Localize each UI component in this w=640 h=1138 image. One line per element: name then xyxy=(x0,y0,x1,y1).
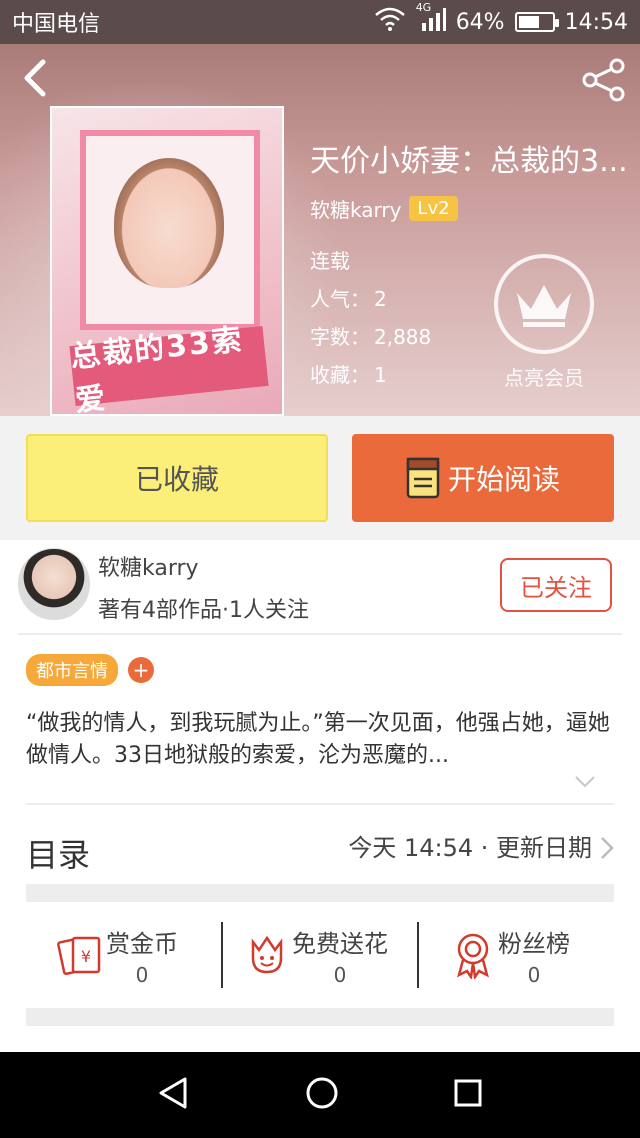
author-avatar[interactable] xyxy=(18,548,90,620)
favorites-label: 收藏： xyxy=(310,363,370,387)
svg-text:¥: ¥ xyxy=(81,947,91,966)
fan-ranking-value: 0 xyxy=(527,962,541,987)
action-bar: 已收藏 开始阅读 xyxy=(0,416,640,540)
chevron-right-icon xyxy=(600,836,614,864)
section-separator xyxy=(26,884,614,902)
signal-icon: 4G xyxy=(416,1,446,37)
level-badge: Lv2 xyxy=(409,196,458,221)
wifi-icon xyxy=(374,7,406,37)
battery-fill xyxy=(518,16,540,28)
divider xyxy=(26,803,614,805)
free-flower-value: 0 xyxy=(333,962,347,987)
divider xyxy=(221,922,223,988)
vip-button[interactable]: 点亮会员 xyxy=(494,254,594,391)
author-summary: 著有4部作品·1人关注 xyxy=(98,598,309,623)
follow-button[interactable]: 已关注 xyxy=(500,558,612,612)
battery-icon xyxy=(514,12,559,32)
author-name[interactable]: 软糖karry xyxy=(310,194,401,223)
back-arrow-icon xyxy=(24,59,46,97)
table-of-contents-row[interactable]: 目录 今天 14:54 · 更新日期 xyxy=(0,806,640,882)
tag-row: 都市言情 + xyxy=(26,654,154,686)
divider xyxy=(417,922,419,988)
red-envelope-icon: ¥ xyxy=(56,932,106,978)
favorites-value: 1 xyxy=(374,363,387,387)
word-count-label: 字数： xyxy=(310,325,370,349)
reward-coins-label: 赏金币 xyxy=(106,929,178,958)
vip-label: 点亮会员 xyxy=(504,366,584,390)
clock: 14:54 xyxy=(564,9,628,35)
book-header: 总裁的33索爱 天价小娇妻：总裁的3... 软糖karry Lv2 连载 人气：… xyxy=(0,44,640,416)
popularity-label: 人气： xyxy=(310,287,370,311)
cover-illustration xyxy=(114,158,224,288)
status-bar: 中国电信 4G 64% 14:54 xyxy=(0,0,640,44)
flower-icon xyxy=(242,932,292,978)
book-title: 天价小娇妻：总裁的3... xyxy=(310,144,628,179)
fan-ranking-item[interactable]: 粉丝榜 0 xyxy=(448,920,570,990)
author-card-name[interactable]: 软糖karry xyxy=(98,550,199,582)
divider xyxy=(18,633,622,635)
network-type-label: 4G xyxy=(415,1,432,14)
nav-back-icon[interactable] xyxy=(157,1076,191,1114)
medal-icon xyxy=(448,931,498,979)
cover-title-art: 总裁的33索爱 xyxy=(69,322,269,414)
fan-ranking-label: 粉丝榜 xyxy=(498,929,570,958)
back-button[interactable] xyxy=(14,58,54,98)
reward-coins-value: 0 xyxy=(135,962,149,987)
free-flower-item[interactable]: 免费送花 0 xyxy=(242,920,388,990)
carrier-label: 中国电信 xyxy=(12,12,101,37)
nav-home-icon[interactable] xyxy=(305,1076,339,1114)
add-tag-button[interactable]: + xyxy=(128,657,154,683)
book-description[interactable]: “做我的情人，到我玩腻为止。”第一次见面，他强占她，逼她做情人。33日地狱般的索… xyxy=(26,708,616,772)
reward-coins-item[interactable]: ¥ 赏金币 0 xyxy=(56,920,178,990)
toc-title: 目录 xyxy=(26,836,91,874)
status-indicators: 4G 64% 14:54 xyxy=(374,1,628,37)
share-icon xyxy=(582,58,625,102)
genre-tag[interactable]: 都市言情 xyxy=(26,654,118,686)
toc-update-time: 今天 14:54 · 更新日期 xyxy=(348,834,592,862)
popularity-value: 2 xyxy=(374,287,387,311)
author-card: 软糖karry 著有4部作品·1人关注 已关注 xyxy=(0,540,640,636)
system-nav-bar xyxy=(0,1052,640,1138)
author-row: 软糖karry Lv2 xyxy=(310,194,458,223)
reward-stats: ¥ 赏金币 0 免费送花 0 粉丝榜 0 xyxy=(0,904,640,1006)
section-separator xyxy=(26,1008,614,1026)
book-icon xyxy=(406,457,440,499)
battery-percent: 64% xyxy=(455,9,505,35)
start-reading-button[interactable]: 开始阅读 xyxy=(352,434,614,522)
favorite-button[interactable]: 已收藏 xyxy=(26,434,328,522)
start-reading-label: 开始阅读 xyxy=(447,463,560,496)
favorite-label: 已收藏 xyxy=(134,463,219,496)
book-cover[interactable]: 总裁的33索爱 xyxy=(50,106,284,416)
crown-icon xyxy=(494,254,594,354)
share-button[interactable] xyxy=(580,56,628,104)
nav-recents-icon[interactable] xyxy=(453,1078,483,1112)
serial-status: 连载 xyxy=(310,249,350,273)
follow-label: 已关注 xyxy=(520,573,592,602)
expand-chevron-icon[interactable] xyxy=(574,774,596,793)
word-count-value: 2,888 xyxy=(374,325,432,349)
free-flower-label: 免费送花 xyxy=(292,929,388,958)
book-meta: 连载 人气： 2 字数： 2,888 收藏： 1 xyxy=(310,242,431,394)
